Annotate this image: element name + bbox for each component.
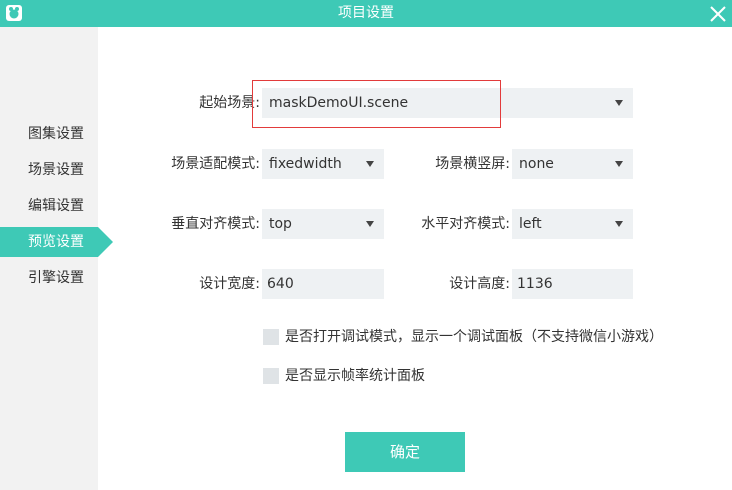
scale-mode-select[interactable]: fixedwidth [262,149,384,179]
design-height-input[interactable]: 1136 [512,269,633,299]
sidebar-item-label: 编辑设置 [28,198,84,214]
start-scene-label: 起始场景: [199,95,260,111]
sidebar-item-label: 预览设置 [28,234,84,250]
valign-select[interactable]: top [262,209,384,239]
dropdown-arrow-icon [615,100,623,106]
valign-value: top [269,216,292,232]
sidebar-item-engine[interactable]: 引擎设置 [0,263,98,293]
dropdown-arrow-icon [366,221,374,227]
window-title: 项目设置 [338,5,394,21]
debug-mode-checkbox[interactable] [263,329,279,345]
show-stats-label: 是否显示帧率统计面板 [285,368,425,384]
show-stats-checkbox[interactable] [263,368,279,384]
active-pointer [98,227,113,257]
dropdown-arrow-icon [615,161,623,167]
halign-label: 水平对齐模式: [421,216,510,232]
settings-sidebar: 图集设置 场景设置 编辑设置 预览设置 引擎设置 [0,27,113,490]
sidebar-item-preview[interactable]: 预览设置 [0,227,113,257]
dropdown-arrow-icon [615,221,623,227]
close-icon[interactable] [707,3,729,25]
scale-mode-label: 场景适配模式: [171,156,260,172]
highlight-box [252,80,501,128]
design-height-label: 设计高度: [449,276,510,292]
sidebar-item-label: 场景设置 [28,162,84,178]
screen-mode-label: 场景横竖屏: [435,156,510,172]
scale-mode-value: fixedwidth [269,156,342,172]
design-width-input[interactable]: 640 [262,269,384,299]
sidebar-item-label: 引擎设置 [28,270,84,286]
halign-value: left [519,216,542,232]
screen-mode-value: none [519,156,554,172]
sidebar-item-scene[interactable]: 场景设置 [0,155,98,185]
sidebar-item-atlas[interactable]: 图集设置 [0,119,98,149]
sidebar-item-editor[interactable]: 编辑设置 [0,191,98,221]
halign-select[interactable]: left [512,209,633,239]
screen-mode-select[interactable]: none [512,149,633,179]
sidebar-item-label: 图集设置 [28,126,84,142]
dropdown-arrow-icon [366,161,374,167]
debug-mode-label: 是否打开调试模式，显示一个调试面板（不支持微信小游戏） [285,329,663,345]
valign-label: 垂直对齐模式: [171,216,260,232]
confirm-button[interactable]: 确定 [345,432,465,472]
title-bar: 项目设置 [0,0,732,27]
design-width-label: 设计宽度: [199,276,260,292]
